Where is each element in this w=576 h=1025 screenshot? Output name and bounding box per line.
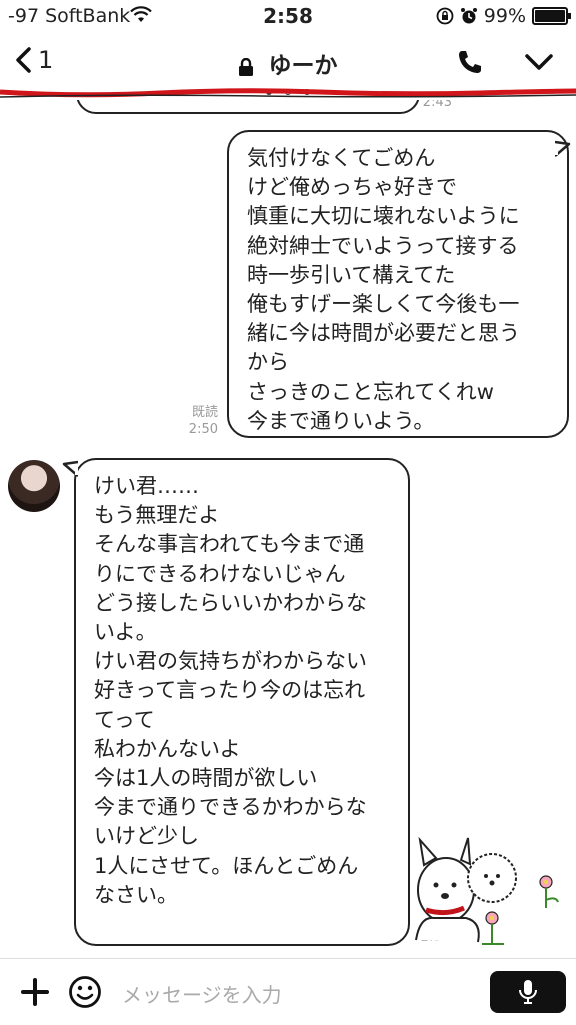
bubble-tail [555,140,571,157]
sent-message-bubble[interactable]: 気付けなくてごめん けど俺めっちゃ好きで 慎重に大切に壊れないように 絶対紳士で… [227,130,569,438]
bubble-tail [62,460,78,477]
avatar[interactable] [8,460,60,512]
message-time: 2:43 [422,100,452,110]
chat-title[interactable]: ゆーか [0,46,576,80]
header-divider [0,88,576,98]
rotation-lock-icon [436,7,454,25]
lock-icon [239,57,254,76]
dog-sticker-image [415,836,559,945]
message-input[interactable]: メッセージを入力 [122,979,282,1008]
alarm-icon [460,8,477,24]
microphone-icon [519,980,537,1004]
emoji-icon[interactable] [68,975,102,1009]
battery-percent: 99% [483,5,526,27]
message-input-bar: メッセージを入力 [0,958,576,1025]
voice-button[interactable] [490,971,566,1013]
received-message-bubble[interactable]: けい君…… もう無理だよ そんな事言われても今まで通 りにできるわけないじゃん … [74,458,410,946]
phone-icon[interactable] [456,48,484,76]
battery-icon [532,7,571,25]
plus-icon[interactable] [20,977,50,1007]
previous-message-bubble [76,100,420,114]
chevron-down-icon[interactable] [524,52,554,72]
chat-name: ゆーか [268,53,338,79]
read-receipt: 既読 [191,405,218,420]
chat-header: 1 ゆーか [0,32,576,95]
status-bar: -97 SoftBank 2:58 99% [0,0,576,32]
message-time: 2:50 [188,422,218,437]
message-list[interactable]: 2:43 気付けなくてごめん けど俺めっちゃ好きで 慎重に大切に壊れないように … [0,100,576,958]
